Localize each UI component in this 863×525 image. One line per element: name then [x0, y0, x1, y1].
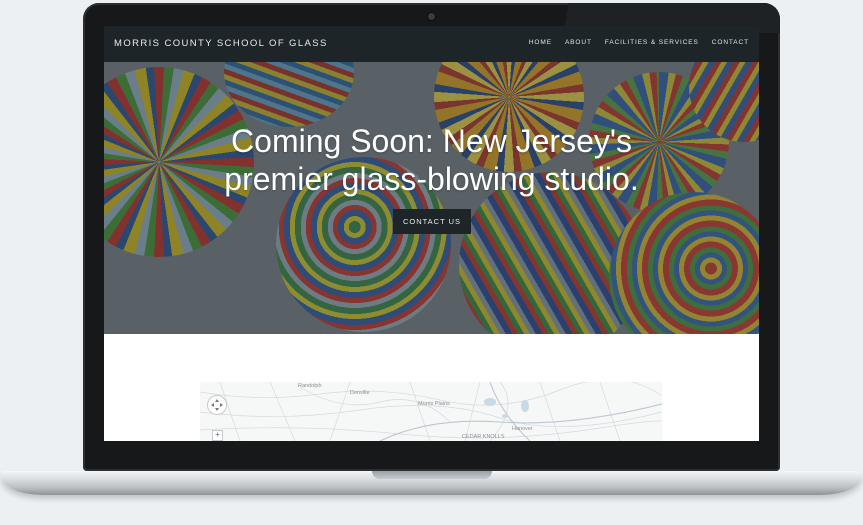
- map-pan-control[interactable]: [207, 395, 227, 415]
- hero-title: Coming Soon: New Jersey's premier glass-…: [104, 122, 759, 198]
- nav-link-facilities-services[interactable]: Facilities & Services: [605, 39, 699, 46]
- nav-menu: Home About Facilities & Services Contact: [529, 39, 749, 46]
- nav-link-about[interactable]: About: [565, 39, 592, 46]
- hero-title-line-2: premier glass-blowing studio.: [224, 161, 639, 197]
- nav-link-home[interactable]: Home: [529, 39, 552, 46]
- map-zoom-in-button[interactable]: +: [212, 430, 223, 441]
- hero-title-line-1: Coming Soon: New Jersey's: [231, 123, 632, 159]
- laptop-notch: [372, 471, 492, 479]
- site-navbar: Morris County School of Glass Home About…: [104, 26, 759, 62]
- map-label-denville: Denville: [350, 390, 370, 396]
- map-label-randolph: Randolph: [298, 383, 322, 389]
- hero-section: Coming Soon: New Jersey's premier glass-…: [104, 62, 759, 334]
- map-label-morris-plains: Morris Plains: [418, 401, 450, 407]
- site-brand[interactable]: Morris County School of Glass: [114, 38, 328, 49]
- hero-overlay: [104, 62, 759, 334]
- map-roads: [200, 382, 662, 441]
- laptop-base: [2, 471, 861, 495]
- pan-arrows-icon: [211, 399, 223, 411]
- camera-icon: [428, 13, 435, 20]
- nav-link-contact[interactable]: Contact: [712, 39, 749, 46]
- laptop-bezel: Morris County School of Glass Home About…: [83, 3, 780, 471]
- contact-us-button[interactable]: Contact Us: [393, 209, 471, 234]
- map-embed[interactable]: Randolph Morris Plains Hanover Denville …: [200, 382, 662, 441]
- map-label-hanover: Hanover: [512, 426, 533, 432]
- map-label-cedar-knolls: CEDAR KNOLLS: [462, 434, 505, 440]
- laptop-screen: Morris County School of Glass Home About…: [104, 26, 759, 441]
